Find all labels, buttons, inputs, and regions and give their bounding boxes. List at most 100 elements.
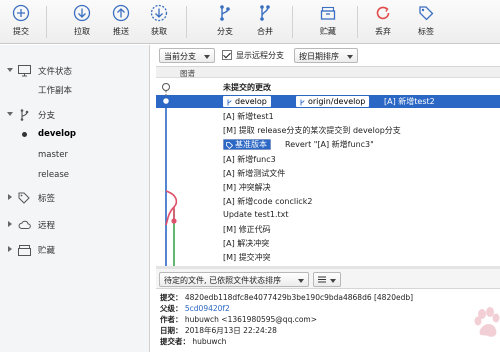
show-remote-checkbox[interactable] bbox=[222, 50, 232, 60]
sidebar-item-master[interactable]: master bbox=[0, 147, 150, 164]
list-icon bbox=[318, 276, 326, 283]
toolbar-divider bbox=[46, 6, 47, 38]
branch-button[interactable]: 分支 bbox=[205, 4, 245, 42]
stash-icon bbox=[18, 245, 31, 256]
discard-button[interactable]: 丢弃 bbox=[363, 4, 403, 42]
sidebar-group-label: 贮藏 bbox=[38, 246, 56, 256]
toolbar: 提交 拉取 推送 获取 分支 合并 贮藏 丢弃 标签 bbox=[0, 0, 500, 44]
file-sort-dropdown[interactable]: 待定的文件, 已依照文件状态排序 bbox=[159, 272, 309, 287]
discard-label: 丢弃 bbox=[375, 27, 391, 36]
sidebar-group-label: 标签 bbox=[38, 194, 56, 204]
detail-date: 日期： 2018年6月13日 22:24:28 bbox=[160, 325, 277, 335]
commit-graph bbox=[161, 83, 178, 266]
detail-author: 作者： hubuwch <1361980595@qq.com> bbox=[160, 314, 317, 324]
commit-button[interactable]: 提交 bbox=[1, 4, 41, 42]
branch-icon bbox=[20, 109, 29, 121]
commit-icon bbox=[12, 4, 30, 22]
chevron-right-icon[interactable] bbox=[8, 246, 12, 252]
stash-label: 贮藏 bbox=[320, 27, 336, 36]
detail-parent: 父级： 5cd09420f2 bbox=[160, 303, 230, 313]
cloud-icon bbox=[18, 220, 31, 229]
remote-tag-origin-develop[interactable]: origin/develop bbox=[296, 96, 370, 107]
sort-order-dropdown[interactable]: 按日期排序 bbox=[294, 48, 358, 63]
version-tag-label: 基准版本 bbox=[235, 140, 267, 149]
chevron-right-icon[interactable] bbox=[8, 221, 12, 227]
branch-label: 分支 bbox=[217, 27, 233, 36]
fetch-button[interactable]: 获取 bbox=[139, 4, 179, 42]
push-icon bbox=[112, 4, 130, 22]
file-filter-bar: 待定的文件, 已依照文件状态排序 bbox=[156, 269, 500, 289]
discard-icon bbox=[376, 6, 390, 20]
row-message: [A] 新增test1 bbox=[223, 112, 274, 121]
pull-label: 拉取 bbox=[74, 27, 90, 36]
sidebar-group-branches[interactable]: 分支 bbox=[0, 106, 150, 124]
version-tag[interactable]: 基准版本 bbox=[223, 139, 271, 150]
commit-list: 图谱 未提交的更改 develop origin/develop [A] 新增t… bbox=[156, 66, 500, 266]
chevron-down-icon[interactable] bbox=[7, 112, 13, 116]
tag-button[interactable]: 标签 bbox=[406, 4, 446, 42]
commit-label: 提交 bbox=[13, 27, 29, 36]
uncommitted-node bbox=[162, 83, 170, 91]
chevron-right-icon[interactable] bbox=[8, 194, 12, 200]
chevron-down-icon bbox=[347, 55, 353, 59]
detail-label: 日期： bbox=[160, 326, 183, 335]
row-message: [A] 解决冲突 bbox=[223, 239, 270, 248]
branch-tag-label: develop bbox=[235, 97, 267, 106]
stash-button[interactable]: 贮藏 bbox=[308, 4, 348, 42]
sidebar-item-label: master bbox=[38, 150, 68, 160]
sidebar-group-remotes[interactable]: 远程 bbox=[0, 216, 150, 234]
view-options-dropdown[interactable] bbox=[313, 272, 341, 287]
branch-scope-dropdown[interactable]: 当前分支 bbox=[159, 48, 215, 63]
filter-bar: 当前分支 显示远程分支 按日期排序 bbox=[156, 47, 500, 65]
chevron-down-icon bbox=[330, 279, 336, 283]
show-remote-label: 显示远程分支 bbox=[236, 51, 284, 60]
detail-value: hubuwch <1361980595@qq.com> bbox=[184, 315, 318, 324]
current-branch-indicator bbox=[22, 132, 27, 137]
detail-value: 4820edb118dfc8e4077429b3be190c9bda4868d6… bbox=[184, 293, 414, 302]
file-sort-value: 待定的文件, 已依照文件状态排序 bbox=[164, 276, 282, 285]
push-button[interactable]: 推送 bbox=[101, 4, 141, 42]
sidebar-item-working-copy[interactable]: 工作副本 bbox=[0, 81, 150, 98]
detail-committer: 提交者： hubuwch bbox=[160, 336, 226, 346]
sidebar: 文件状态 工作副本 分支 develop master release 标签 远… bbox=[0, 45, 150, 352]
row-message: Revert "[A] 新增func3" bbox=[285, 140, 374, 149]
row-message: [A] 新增test2 bbox=[384, 97, 435, 106]
chevron-down-icon[interactable] bbox=[7, 68, 13, 72]
sidebar-item-develop[interactable]: develop bbox=[0, 126, 150, 143]
toolbar-divider bbox=[186, 6, 187, 38]
detail-value: hubuwch bbox=[192, 337, 227, 346]
sidebar-item-label: develop bbox=[38, 129, 76, 139]
branch-tag-develop[interactable]: develop bbox=[223, 96, 271, 107]
tag-icon bbox=[226, 142, 233, 149]
row-message: [M] 提交冲突 bbox=[223, 253, 271, 262]
sidebar-item-release[interactable]: release bbox=[0, 167, 150, 184]
sidebar-item-label: release bbox=[38, 170, 69, 180]
row-message: [M] 提取 release分支的某次提交到 develop分支 bbox=[223, 126, 401, 135]
tag-icon bbox=[419, 6, 434, 21]
detail-label: 作者： bbox=[160, 315, 183, 324]
row-message: [M] 修正代码 bbox=[223, 225, 271, 234]
sidebar-group-tags[interactable]: 标签 bbox=[0, 189, 150, 207]
sidebar-group-stashes[interactable]: 贮藏 bbox=[0, 241, 150, 259]
list-header: 图谱 bbox=[156, 67, 500, 78]
monitor-icon bbox=[18, 65, 31, 77]
pull-button[interactable]: 拉取 bbox=[62, 4, 102, 42]
branch-icon bbox=[300, 99, 305, 106]
stash-icon bbox=[320, 6, 336, 20]
row-message: [A] 新增code conclick2 bbox=[223, 197, 313, 206]
branch-icon bbox=[227, 99, 232, 106]
graph-column-header[interactable]: 图谱 bbox=[180, 68, 195, 79]
row-message: [M] 冲突解决 bbox=[223, 183, 271, 192]
merge-label: 合并 bbox=[257, 27, 273, 36]
sort-order-value: 按日期排序 bbox=[299, 52, 339, 61]
parent-link[interactable]: 5cd09420f2 bbox=[185, 304, 230, 313]
branch-icon bbox=[220, 5, 230, 21]
merge-button[interactable]: 合并 bbox=[245, 4, 285, 42]
sidebar-group-file-status[interactable]: 文件状态 bbox=[0, 62, 150, 80]
detail-label: 父级： bbox=[160, 304, 183, 313]
toolbar-divider bbox=[292, 6, 293, 38]
tag-label: 标签 bbox=[418, 27, 434, 36]
row-message: [A] 新增测试文件 bbox=[223, 169, 286, 178]
detail-label: 提交者： bbox=[160, 337, 190, 346]
row-message: Update test1.txt bbox=[223, 210, 289, 219]
